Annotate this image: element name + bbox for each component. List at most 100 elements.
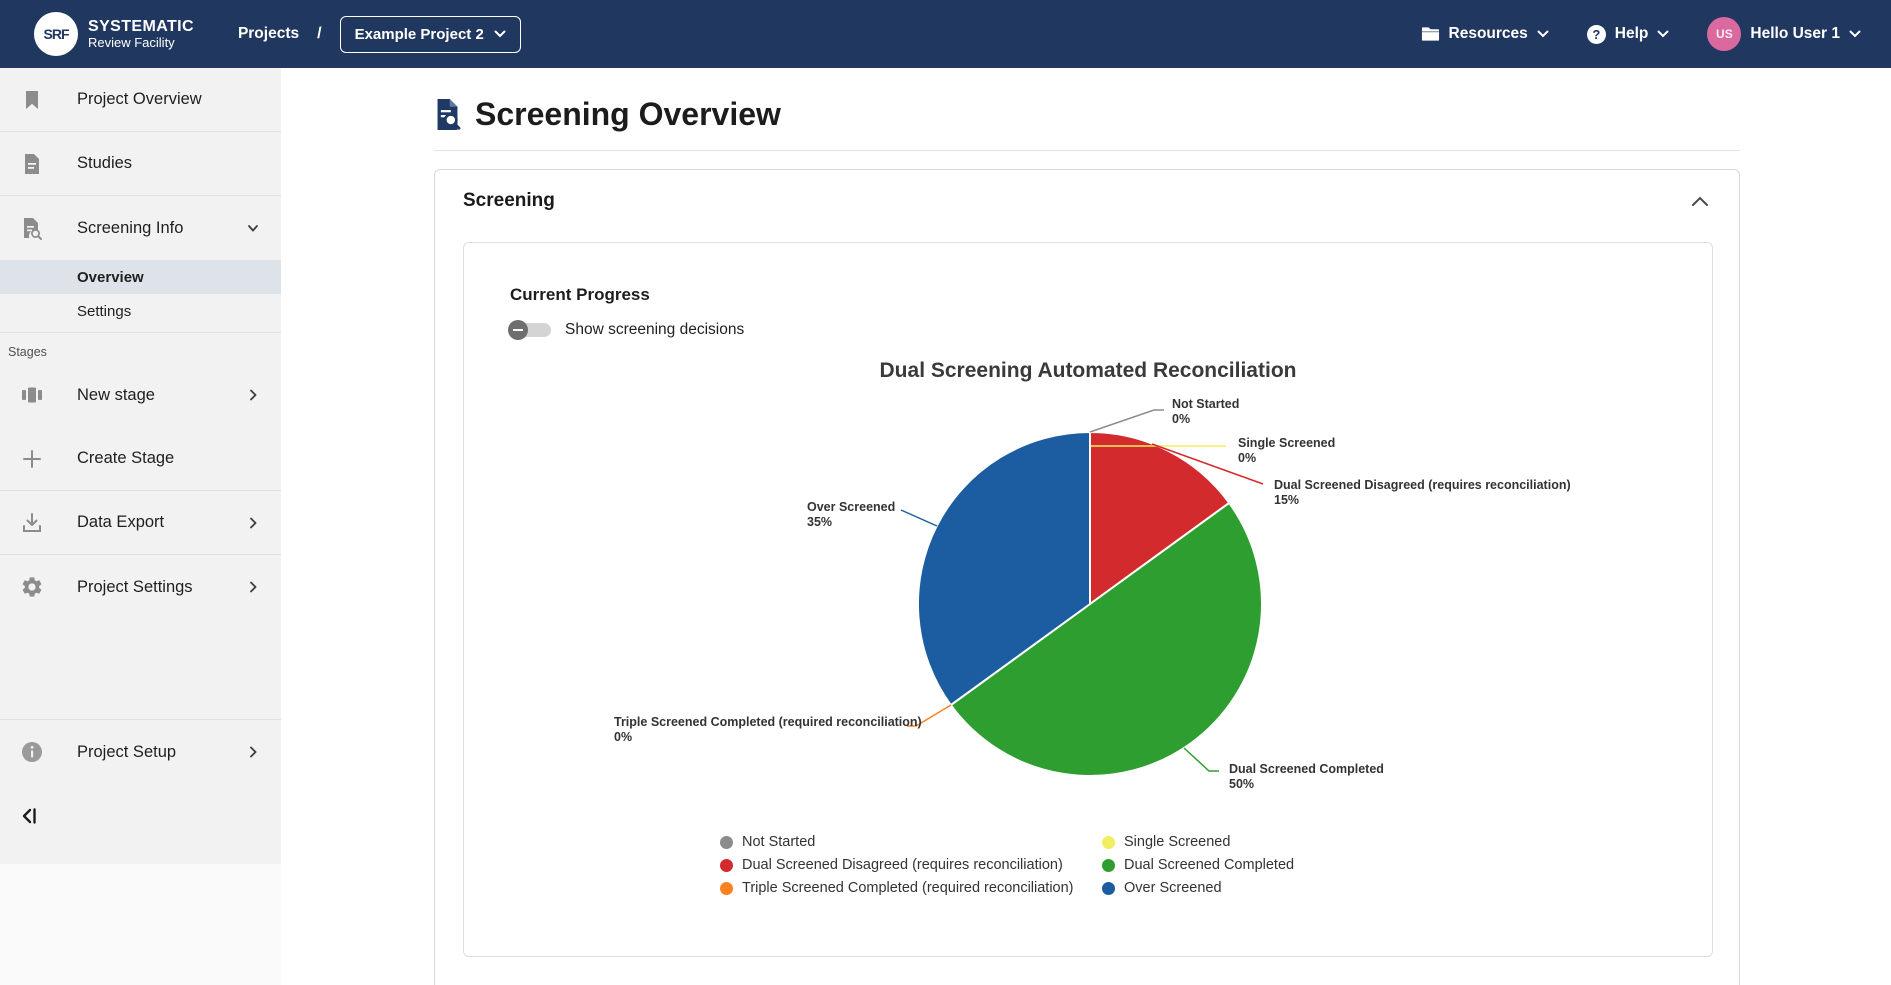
download-icon (20, 511, 44, 535)
breadcrumb-separator: / (317, 25, 321, 43)
top-navbar: SRF SYSTEMATIC Review Facility Projects … (0, 0, 1891, 68)
sidebar-item-label: Project Overview (77, 90, 202, 109)
sidebar-item-project-overview[interactable]: Project Overview (0, 68, 281, 132)
sidebar-item-project-setup[interactable]: Project Setup (0, 720, 281, 784)
sidebar-collapse-button[interactable] (0, 784, 281, 848)
bookmark-icon (20, 88, 44, 112)
chart-title: Dual Screening Automated Reconciliation (464, 359, 1712, 383)
file-icon (20, 152, 44, 176)
pie-slice-label: 35% (807, 515, 832, 529)
chart-legend: Not Started Dual Screened Disagreed (requ… (720, 834, 1712, 896)
legend-item[interactable]: Dual Screened Disagreed (requires reconc… (720, 857, 1102, 873)
legend-item[interactable]: Dual Screened Completed (1102, 857, 1294, 873)
stages-section-label: Stages (0, 333, 281, 363)
pie-slice-label: Over Screened (807, 500, 895, 514)
folder-icon (1421, 26, 1440, 42)
legend-label: Triple Screened Completed (required reco… (742, 880, 1074, 896)
pie-slice-label: Single Screened (1238, 436, 1335, 450)
user-greeting: Hello User 1 (1750, 25, 1840, 43)
pie-slice-label: Not Started (1172, 397, 1239, 411)
resources-label: Resources (1449, 25, 1528, 43)
project-selector-dropdown[interactable]: Example Project 2 (340, 16, 521, 53)
legend-color-dot (1102, 859, 1115, 872)
chevron-up-icon (1691, 196, 1709, 207)
help-icon: ? (1587, 25, 1606, 44)
help-label: Help (1615, 25, 1649, 43)
pie-chart: Not Started0%Single Screened0%Dual Scree… (464, 389, 1712, 804)
pie-label-leader-line (1184, 748, 1219, 771)
logo-monogram-icon: SRF (34, 12, 78, 56)
chevron-right-icon (245, 515, 261, 531)
pie-slice-label: 50% (1229, 777, 1254, 791)
resources-menu[interactable]: Resources (1421, 25, 1549, 43)
sidebar-subitem-overview[interactable]: Overview (0, 260, 281, 294)
sidebar-item-new-stage[interactable]: New stage (0, 363, 281, 427)
plus-icon (20, 447, 44, 471)
screening-overview-icon (434, 99, 461, 130)
title-divider (434, 150, 1740, 151)
sidebar-item-label: Project Setup (77, 743, 176, 762)
sidebar-item-label: Create Stage (77, 449, 174, 468)
show-screening-decisions-toggle[interactable] (508, 320, 554, 340)
toggle-thumb (508, 320, 528, 340)
file-search-icon (20, 216, 44, 240)
chevron-down-icon (1537, 30, 1549, 38)
pie-label-leader-line (901, 510, 937, 526)
gear-icon (20, 575, 44, 599)
pie-label-leader-line (1090, 410, 1164, 432)
stage-carousel-icon (20, 383, 44, 407)
legend-label: Over Screened (1124, 880, 1222, 896)
sidebar-subitem-label: Overview (77, 269, 144, 286)
pie-slice-label: Dual Screened Completed (1229, 762, 1384, 776)
pie-slice-label: 15% (1274, 493, 1299, 507)
legend-item[interactable]: Not Started (720, 834, 1102, 850)
screening-card-title: Screening (463, 190, 555, 212)
sidebar: Project Overview Studies Screening Info … (0, 68, 281, 985)
chevron-down-icon (1657, 30, 1669, 38)
sidebar-subitem-settings[interactable]: Settings (0, 294, 281, 328)
sidebar-item-label: New stage (77, 386, 155, 405)
pie-slice-label: Dual Screened Disagreed (requires reconc… (1274, 478, 1571, 492)
pie-slice-label: 0% (1172, 412, 1190, 426)
minus-icon (513, 329, 523, 331)
legend-color-dot (1102, 836, 1115, 849)
pie-chart-svg: Not Started0%Single Screened0%Dual Scree… (464, 389, 1714, 799)
sidebar-item-label: Project Settings (77, 578, 193, 597)
logo-subtitle: Review Facility (88, 36, 194, 51)
info-icon (20, 740, 44, 764)
current-progress-heading: Current Progress (510, 285, 1712, 305)
collapse-card-button[interactable] (1687, 192, 1713, 211)
legend-color-dot (720, 859, 733, 872)
sidebar-item-studies[interactable]: Studies (0, 132, 281, 196)
legend-item[interactable]: Triple Screened Completed (required reco… (720, 880, 1102, 896)
pie-slice-label: 0% (1238, 451, 1256, 465)
user-avatar: US (1707, 17, 1741, 51)
sidebar-item-screening-info[interactable]: Screening Info (0, 196, 281, 260)
app-logo[interactable]: SRF SYSTEMATIC Review Facility (34, 12, 194, 56)
legend-item[interactable]: Over Screened (1102, 880, 1294, 896)
main-content: Screening Overview Screening Current Pro… (281, 68, 1891, 985)
legend-item[interactable]: Single Screened (1102, 834, 1294, 850)
toggle-label: Show screening decisions (565, 321, 744, 339)
sidebar-item-data-export[interactable]: Data Export (0, 491, 281, 555)
sidebar-item-create-stage[interactable]: Create Stage (0, 427, 281, 491)
pie-slice-label: 0% (614, 730, 632, 744)
user-menu[interactable]: US Hello User 1 (1707, 17, 1861, 51)
chevron-down-icon (494, 30, 506, 38)
legend-color-dot (1102, 882, 1115, 895)
chevron-right-icon (245, 744, 261, 760)
sidebar-item-label: Studies (77, 154, 132, 173)
breadcrumb-projects-link[interactable]: Projects (238, 25, 299, 43)
pie-slice-label: Triple Screened Completed (required reco… (614, 715, 922, 729)
chevron-down-icon (1849, 30, 1861, 38)
legend-color-dot (720, 836, 733, 849)
chevron-right-icon (245, 387, 261, 403)
page-title: Screening Overview (475, 96, 781, 133)
legend-color-dot (720, 882, 733, 895)
sidebar-item-project-settings[interactable]: Project Settings (0, 555, 281, 619)
sidebar-item-label: Screening Info (77, 219, 183, 238)
current-progress-panel: Current Progress Show screening decision… (463, 242, 1713, 957)
legend-label: Dual Screened Completed (1124, 857, 1294, 873)
sidebar-item-label: Data Export (77, 513, 164, 532)
help-menu[interactable]: ? Help (1587, 25, 1670, 44)
